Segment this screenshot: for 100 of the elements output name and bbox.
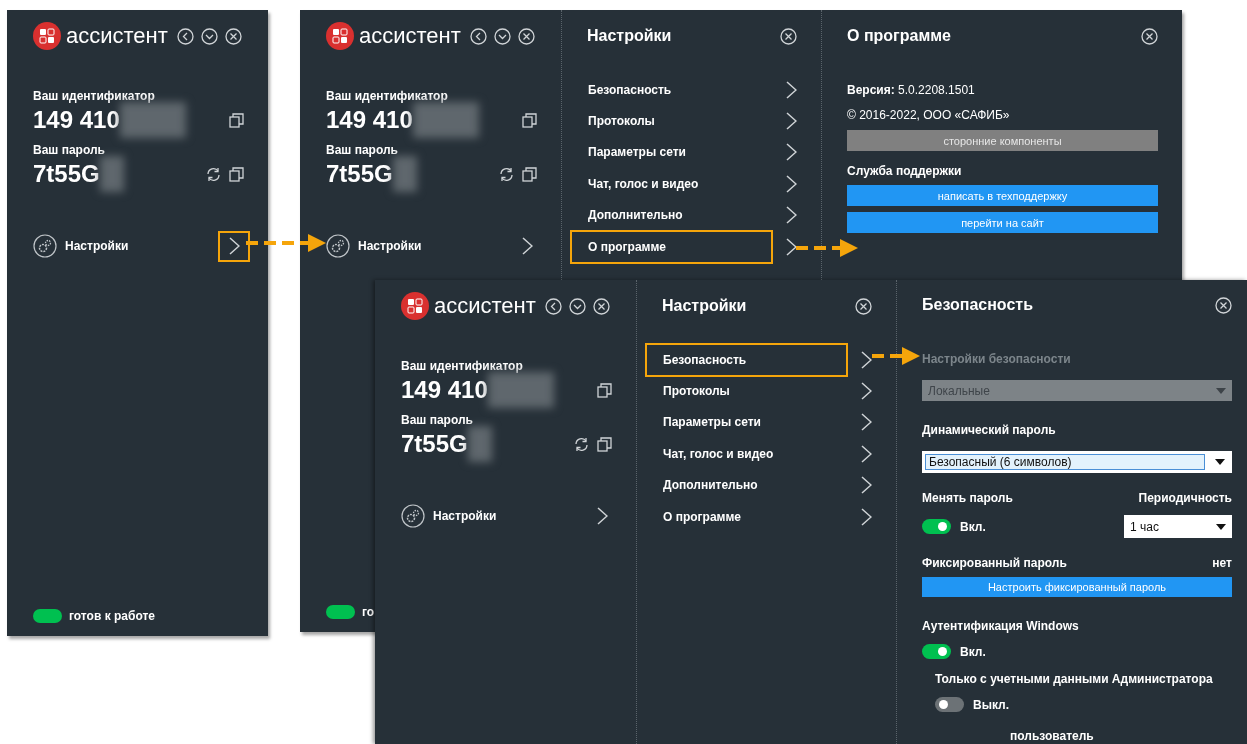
chevron-icon[interactable]	[786, 143, 797, 162]
copy-icon[interactable]	[597, 436, 612, 452]
dashed-arrow	[872, 347, 920, 365]
id-value: 149 410	[401, 376, 488, 404]
status-text: готов к работе	[69, 609, 155, 623]
status-indicator	[326, 605, 355, 619]
status-indicator	[33, 609, 62, 623]
chevron-icon	[521, 237, 533, 255]
blurred-block	[467, 426, 492, 462]
copy-icon[interactable]	[229, 166, 244, 182]
chevron-icon[interactable]	[861, 350, 872, 369]
blurred-block	[119, 102, 186, 138]
gears-icon	[326, 234, 350, 258]
chevron-icon[interactable]	[786, 206, 797, 225]
dashed-arrow	[796, 239, 858, 257]
settings-label[interactable]: Настройки	[358, 239, 422, 253]
toggle-label: Выкл.	[973, 697, 1010, 712]
settings-label[interactable]: Настройки	[433, 509, 497, 523]
option-label: Периодичность	[1138, 491, 1232, 507]
chevron-icon[interactable]	[786, 237, 797, 256]
chevron-icon[interactable]	[861, 507, 872, 526]
refresh-icon[interactable]	[574, 436, 589, 452]
app-name: ассистент	[66, 24, 168, 48]
blurred-block	[99, 156, 124, 192]
copy-icon[interactable]	[522, 112, 537, 128]
dropdown[interactable]: Безопасный (6 символов)	[922, 451, 1232, 474]
panel-title: Безопасность	[922, 296, 1033, 315]
menu-item[interactable]: Безопасность	[570, 72, 773, 107]
option-label: Фиксированный пароль	[922, 556, 1067, 572]
toggle-switch[interactable]	[922, 519, 951, 535]
panel-title: О программе	[847, 27, 951, 45]
password-value: 7t55G	[33, 160, 100, 188]
panel-title: Настройки	[587, 27, 672, 45]
close-icon[interactable]	[592, 297, 610, 315]
section-title: Служба поддержки	[847, 164, 963, 179]
password-value: 7t55G	[401, 430, 468, 458]
logo-icon	[33, 22, 61, 50]
chevron-icon[interactable]	[861, 444, 872, 463]
copy-icon[interactable]	[522, 166, 537, 182]
close-icon[interactable]	[1215, 296, 1232, 314]
close-icon[interactable]	[855, 297, 872, 315]
chevron-icon	[596, 507, 608, 525]
chevron-icon[interactable]	[861, 382, 872, 401]
option-label: Менять пароль	[922, 491, 1013, 507]
caret-icon	[1216, 523, 1226, 530]
chevron-icon[interactable]	[861, 413, 872, 432]
id-label: Ваш идентификатор	[33, 89, 156, 104]
blurred-block	[412, 102, 479, 138]
password-label: Ваш пароль	[33, 143, 106, 158]
chevron-icon[interactable]	[786, 80, 797, 99]
toggle-switch[interactable]	[935, 697, 964, 713]
copy-icon[interactable]	[597, 382, 612, 398]
id-value: 149 410	[33, 106, 120, 134]
chevron-icon[interactable]	[861, 476, 872, 495]
back-icon[interactable]	[544, 297, 562, 315]
toggle-label: Вкл.	[960, 644, 986, 659]
toggle-switch[interactable]	[922, 644, 951, 660]
refresh-icon[interactable]	[206, 166, 221, 182]
collapse-icon[interactable]	[200, 27, 218, 45]
section-heading: Настройки безопасности	[922, 352, 1072, 368]
settings-label[interactable]: Настройки	[65, 239, 129, 253]
back-icon[interactable]	[176, 27, 194, 45]
caret-icon	[1216, 387, 1226, 394]
password-label: Ваш пароль	[401, 413, 474, 428]
option-label: Только с учетными данными Администратора	[934, 671, 1214, 687]
gears-icon	[33, 234, 57, 258]
close-icon[interactable]	[517, 27, 535, 45]
chevron-icon[interactable]	[786, 174, 797, 193]
close-icon[interactable]	[1141, 27, 1158, 45]
menu-item[interactable]: Безопасность	[645, 342, 848, 377]
app-name: ассистент	[434, 294, 536, 318]
password-value: 7t55G	[326, 160, 393, 188]
toggle-label: Вкл.	[960, 519, 986, 534]
section-heading: Аутентификация Windows	[922, 618, 1080, 634]
logo-icon	[326, 22, 354, 50]
chevron-icon[interactable]	[786, 112, 797, 131]
close-icon[interactable]	[780, 27, 797, 45]
collapse-icon[interactable]	[568, 297, 586, 315]
blurred-block	[487, 372, 554, 408]
app-name: ассистент	[359, 24, 461, 48]
blurred-block	[392, 156, 417, 192]
id-label: Ваш идентификатор	[401, 359, 524, 374]
copy-icon[interactable]	[229, 112, 244, 128]
id-label: Ваш идентификатор	[326, 89, 449, 104]
version-text: Версия: 5.0.2208.1501	[847, 83, 976, 98]
caret-icon	[1215, 459, 1225, 466]
status-text: го	[362, 605, 375, 619]
section-heading: Динамический пароль	[922, 423, 1057, 439]
back-icon[interactable]	[469, 27, 487, 45]
gears-icon	[401, 504, 425, 528]
option-label: пользователь	[1009, 729, 1095, 744]
menu-item[interactable]: О программе	[570, 229, 773, 264]
option-label: нет	[1212, 556, 1232, 572]
refresh-icon[interactable]	[499, 166, 514, 182]
collapse-icon[interactable]	[493, 27, 511, 45]
id-value: 149 410	[326, 106, 413, 134]
chevron-button[interactable]	[218, 230, 250, 262]
logo-icon	[401, 292, 429, 320]
dropdown[interactable]: 1 час	[1124, 515, 1232, 539]
close-icon[interactable]	[224, 27, 242, 45]
